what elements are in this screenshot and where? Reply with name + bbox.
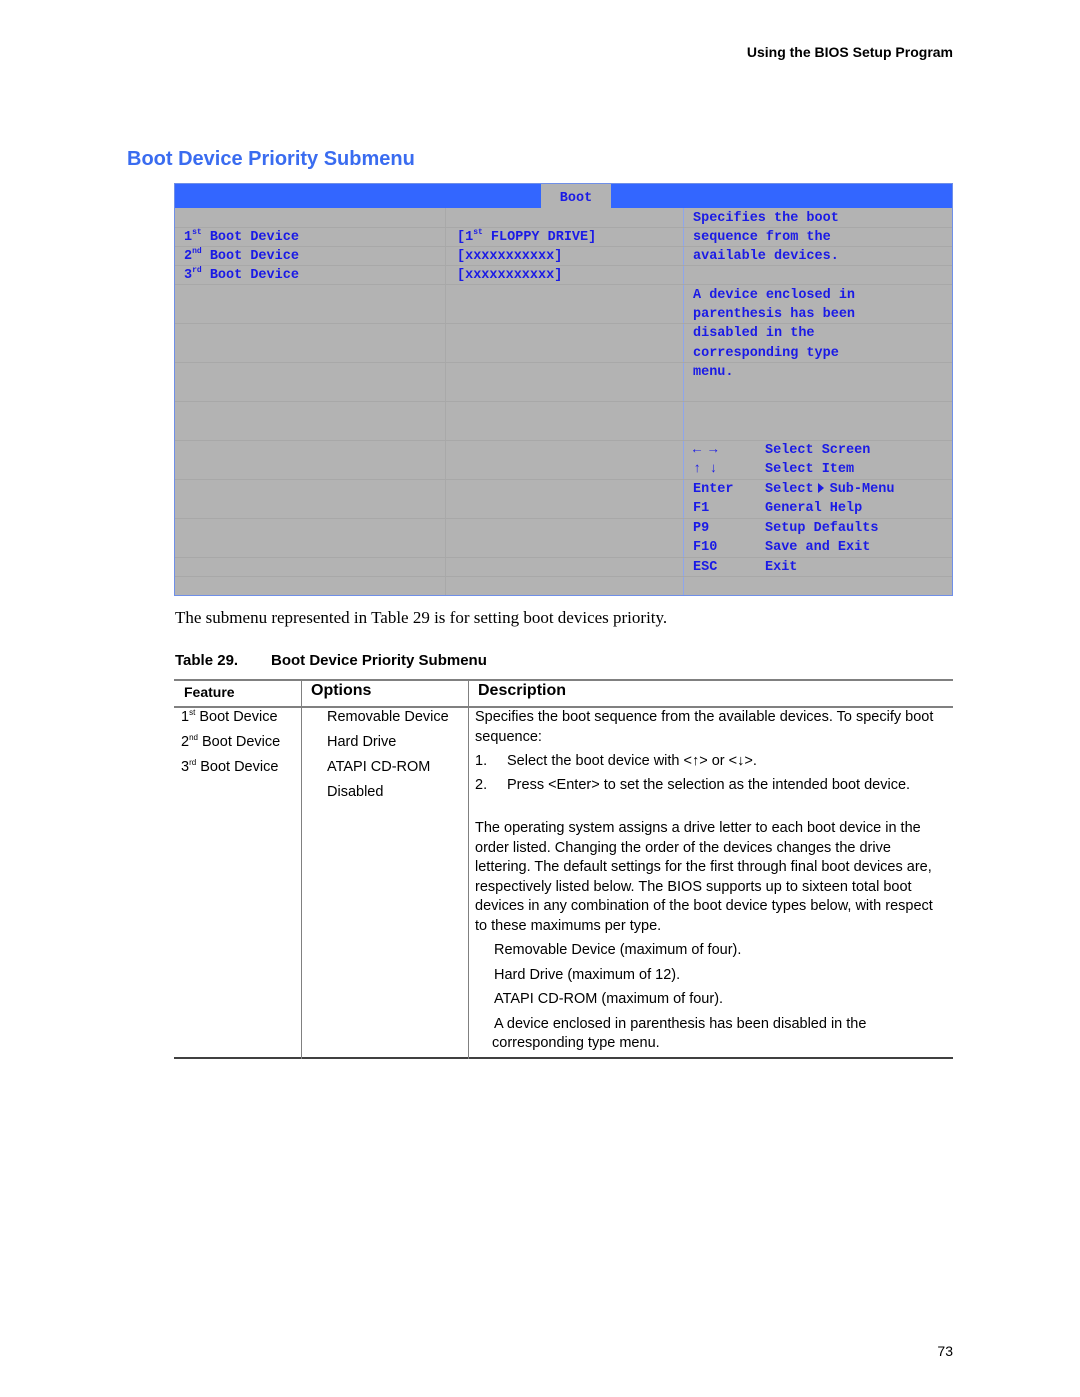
body-paragraph: The submenu represented in Table 29 is f… xyxy=(175,608,668,627)
option-cell: Removable Device xyxy=(327,709,449,725)
item-label: Boot Device xyxy=(209,249,299,264)
bios-help-text: menu. xyxy=(693,365,734,380)
feature-cell: 2nd Boot Device xyxy=(181,733,280,752)
feature-cell: 3rd Boot Device xyxy=(181,758,278,777)
legend-key: Enter xyxy=(693,482,734,497)
ordinal-suffix: rd xyxy=(192,266,202,275)
bios-help-text: corresponding type xyxy=(693,346,839,361)
table-top-rule xyxy=(174,679,953,681)
header-description: Description xyxy=(478,682,567,699)
ordinal: 2 xyxy=(181,734,190,750)
bios-value-2nd-boot-device[interactable]: [xxxxxxxxxxx] xyxy=(457,247,562,266)
table-number: Table 29. xyxy=(175,652,239,669)
ordinal-suffix: nd xyxy=(192,247,202,256)
bios-value-1st-boot-device[interactable]: [1st FLOPPY DRIVE] xyxy=(457,228,596,247)
option-cell: Hard Drive xyxy=(327,734,397,750)
description-bullet: Removable Device (maximum of four). xyxy=(494,942,742,958)
value-prefix: [1 xyxy=(457,230,474,245)
bios-item-3rd-boot-device[interactable]: 3rd Boot Device xyxy=(184,266,299,285)
legend-action: General Help xyxy=(765,501,863,516)
bios-row-line xyxy=(175,401,952,402)
bios-help-text: Specifies the boot xyxy=(693,211,839,226)
option-cell: Disabled xyxy=(327,784,384,800)
ordinal-suffix: st xyxy=(192,228,202,237)
description-note: corresponding type menu. xyxy=(492,1035,660,1051)
boot-device-table: Feature Options Description 1st Boot Dev… xyxy=(174,679,953,1059)
legend-key: ESC xyxy=(693,560,718,575)
legend-key: F1 xyxy=(693,501,710,516)
step-text: Press <Enter> to set the selection as th… xyxy=(507,777,911,793)
ordinal: 1 xyxy=(184,230,193,245)
legend-action-prefix: Select xyxy=(765,482,814,497)
feature-label: Boot Device xyxy=(196,759,279,775)
bios-item-2nd-boot-device[interactable]: 2nd Boot Device xyxy=(184,247,299,266)
legend-action: Setup Defaults xyxy=(765,521,879,536)
bios-help-text: available devices. xyxy=(693,249,839,264)
bios-screen: Boot 1st Boot Device [1st FLOPPY DRIVE] … xyxy=(174,183,953,596)
legend-action: Save and Exit xyxy=(765,540,871,555)
ordinal: 3 xyxy=(184,268,193,283)
step-text: Select the boot device with <↑> or <↓>. xyxy=(507,753,757,769)
page-number: 73 xyxy=(937,1343,953,1359)
bios-help-text: parenthesis has been xyxy=(693,307,856,322)
step-number: 1. xyxy=(475,753,488,769)
description-paragraph: The operating system assigns a drive let… xyxy=(475,820,933,934)
table-column-divider xyxy=(301,679,302,1059)
legend-key: F10 xyxy=(693,540,718,555)
description-note: A device enclosed in parenthesis has bee… xyxy=(494,1016,867,1032)
description-intro: Specifies the boot sequence from the ava… xyxy=(475,709,934,745)
section-title: Boot Device Priority Submenu xyxy=(127,148,415,170)
description-step: 2. Press <Enter> to set the selection as … xyxy=(475,776,927,795)
option-cell: ATAPI CD-ROM xyxy=(327,759,431,775)
value-suffix: st xyxy=(473,228,483,237)
table-caption: Table 29. Boot Device Priority Submenu xyxy=(175,652,487,669)
bios-item-1st-boot-device[interactable]: 1st Boot Device xyxy=(184,228,299,247)
running-header: Using the BIOS Setup Program xyxy=(746,44,953,60)
legend-key: P9 xyxy=(693,521,710,536)
table-column-divider xyxy=(468,679,469,1059)
legend-action: Select Screen xyxy=(765,443,871,458)
ordinal-suffix: nd xyxy=(189,733,198,742)
description-bullet: Hard Drive (maximum of 12). xyxy=(494,967,681,983)
table-title: Boot Device Priority Submenu xyxy=(271,652,487,669)
description-bullet: ATAPI CD-ROM (maximum of four). xyxy=(494,991,724,1007)
left-right-arrows-icon: ← → xyxy=(693,443,718,458)
bios-help-text: A device enclosed in xyxy=(693,288,856,303)
bios-row-line xyxy=(175,576,952,577)
ordinal: 2 xyxy=(184,249,193,264)
header-feature: Feature xyxy=(184,684,235,700)
value-rest: FLOPPY DRIVE] xyxy=(482,230,597,245)
table-bottom-rule xyxy=(174,1057,953,1059)
legend-action-suffix: Sub-Menu xyxy=(829,482,895,497)
bios-help-text: disabled in the xyxy=(693,326,815,341)
up-down-arrows-icon: ↑ ↓ xyxy=(693,462,718,477)
legend-action: Select Item xyxy=(765,462,855,477)
ordinal: 3 xyxy=(181,759,190,775)
item-label: Boot Device xyxy=(209,268,299,283)
legend-action: Exit xyxy=(765,560,798,575)
ordinal: 1 xyxy=(181,709,190,725)
feature-label: Boot Device xyxy=(197,734,281,750)
feature-cell: 1st Boot Device xyxy=(181,708,278,727)
description-step: 1. Select the boot device with <↑> or <↓>… xyxy=(475,752,927,771)
bios-tab-boot[interactable]: Boot xyxy=(541,184,611,210)
item-label: Boot Device xyxy=(209,230,299,245)
legend-action: Select Sub-Menu xyxy=(765,480,894,499)
step-number: 2. xyxy=(475,777,488,793)
bios-value-3rd-boot-device[interactable]: [xxxxxxxxxxx] xyxy=(457,266,562,285)
feature-label: Boot Device xyxy=(195,709,278,725)
bios-row-line xyxy=(175,557,952,558)
header-options: Options xyxy=(311,682,372,699)
right-triangle-icon xyxy=(817,483,824,493)
bios-help-text: sequence from the xyxy=(693,230,831,245)
